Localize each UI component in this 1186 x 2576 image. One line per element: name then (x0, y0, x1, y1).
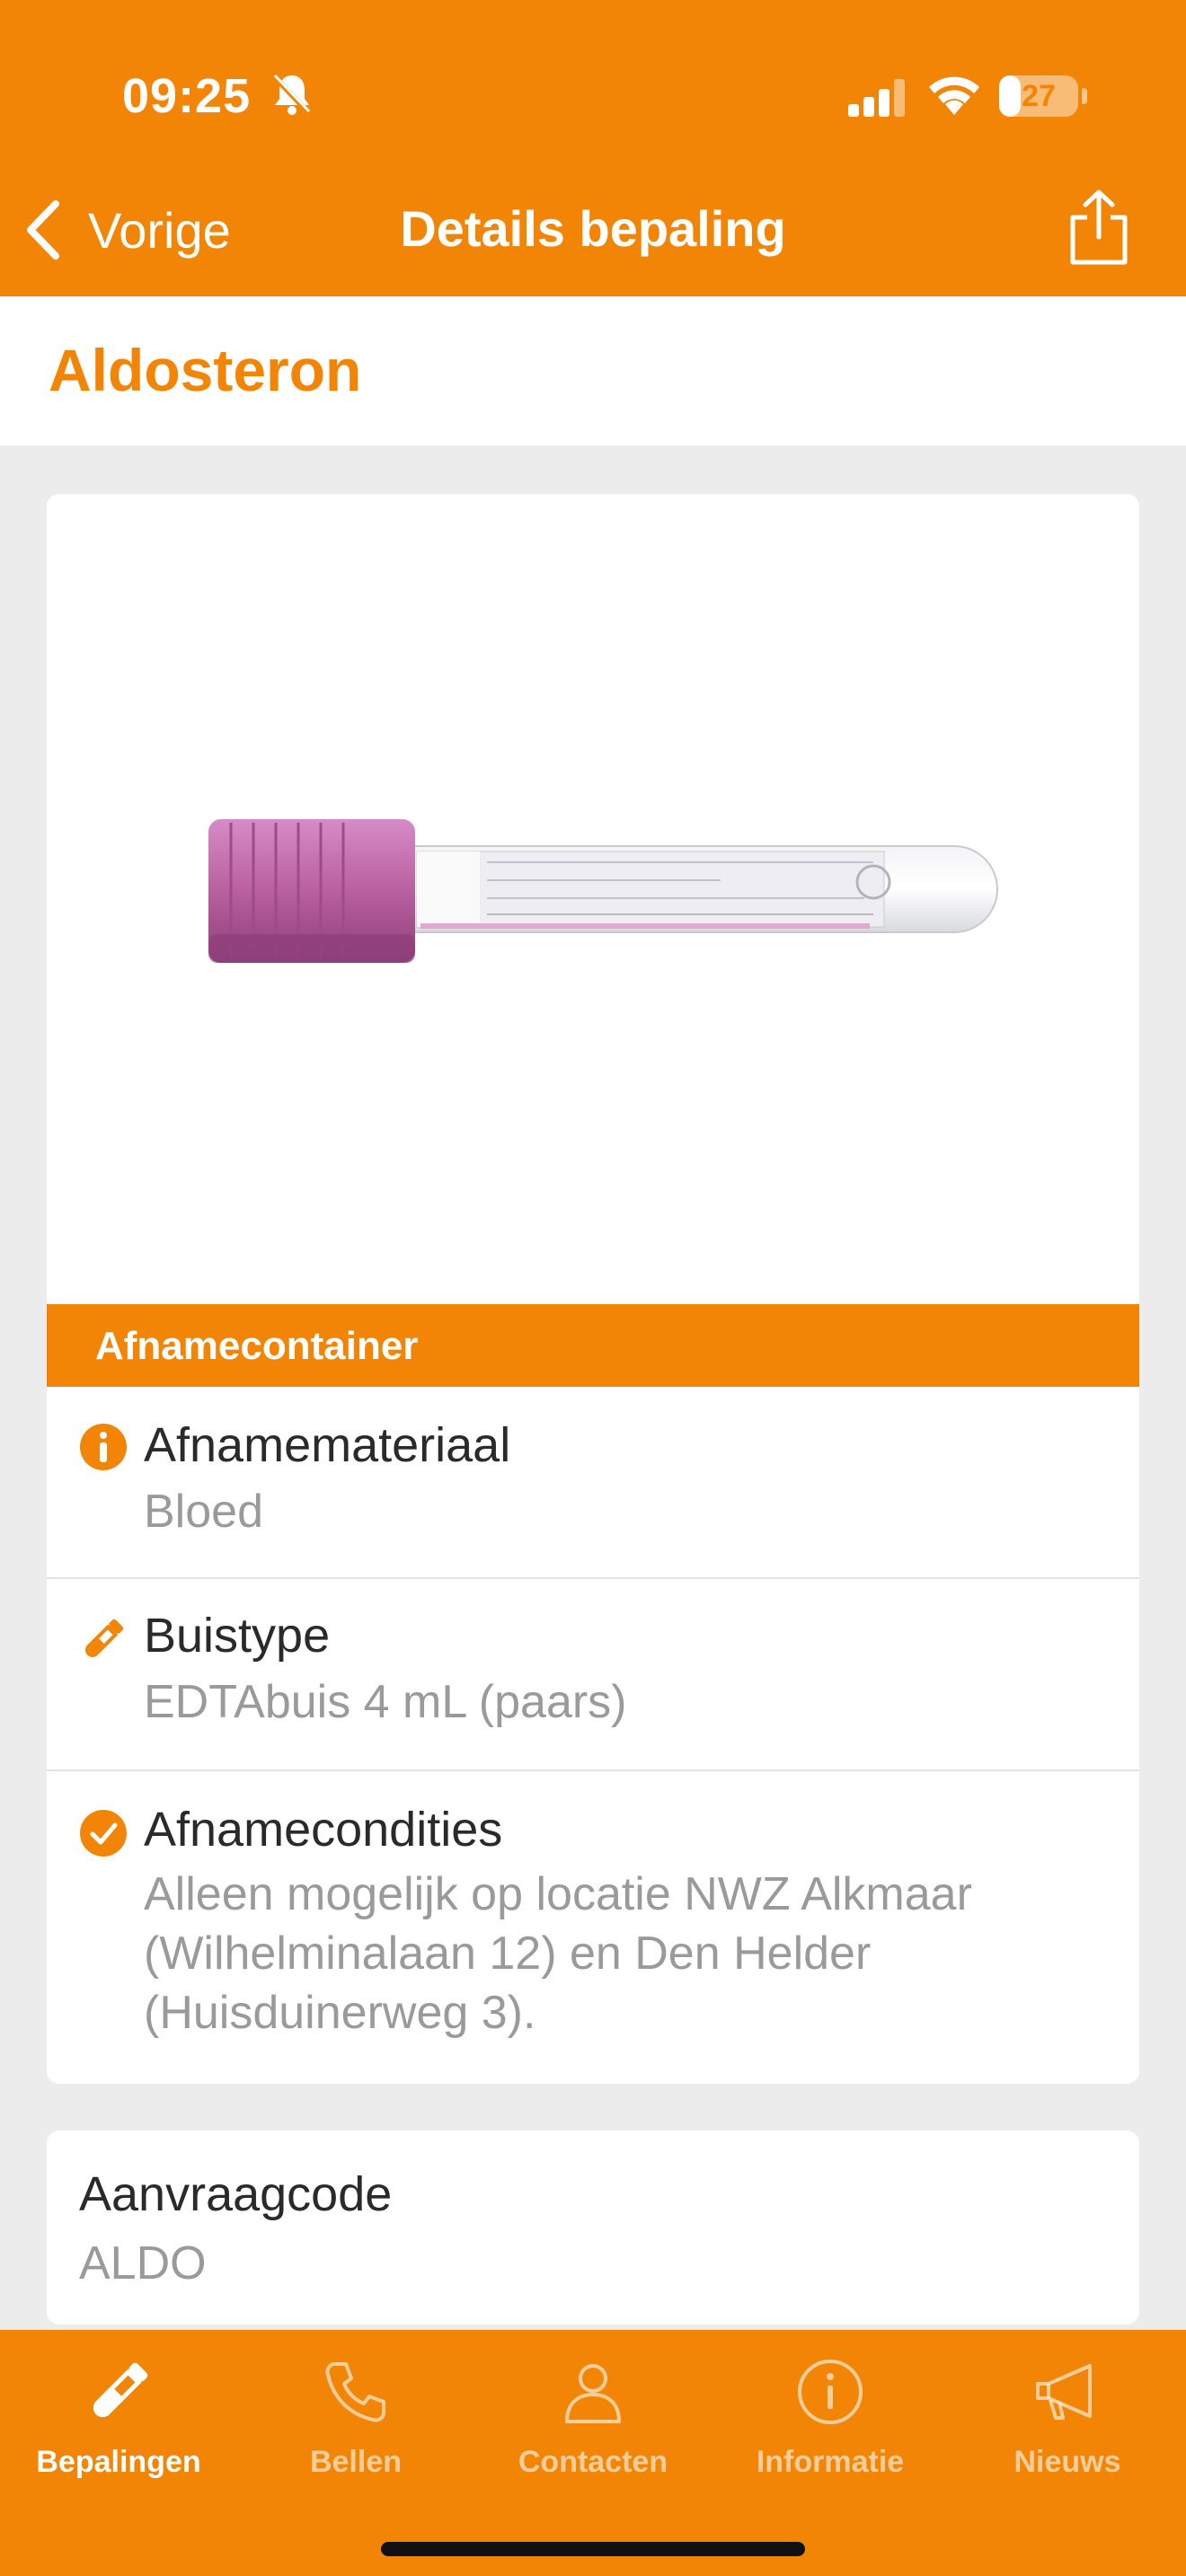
tab-nieuws[interactable]: Nieuws (949, 2355, 1186, 2490)
tab-label: Informatie (756, 2445, 905, 2479)
row-buistype: Buistype EDTAbuis 4 mL (paars) (47, 1579, 1139, 1771)
check-circle-icon (80, 1810, 127, 1857)
row-afnamemateriaal: Afnamemateriaal Bloed (47, 1387, 1139, 1579)
home-indicator[interactable] (381, 2542, 805, 2556)
tab-bellen[interactable]: Bellen (237, 2355, 474, 2490)
specimen-card: Afnamecontainer Afnamemateriaal Bloed Bu… (47, 494, 1139, 2084)
nav-title: Details bepaling (400, 200, 786, 257)
info-icon (80, 1424, 127, 1470)
page-title: Aldosteron (49, 337, 362, 403)
blood-tube-image (208, 819, 998, 963)
tab-label: Bellen (309, 2445, 403, 2479)
battery-tip (1082, 88, 1087, 104)
wifi-icon (929, 76, 979, 115)
request-code-card: Aanvraagcode ALDO (47, 2130, 1139, 2325)
header: 09:25 27 Vorige Details bepaling (0, 0, 1186, 296)
specimen-image-area (47, 494, 1139, 1304)
battery-icon: 27 (999, 75, 1078, 117)
row-value: EDTAbuis 4 mL (paars) (144, 1676, 627, 1728)
signal-icon (848, 79, 905, 117)
tab-bar: Bepalingen Bellen Contacten Informatie N… (0, 2330, 1186, 2576)
row-title: Buistype (144, 1609, 331, 1663)
tab-label: Bepalingen (36, 2445, 201, 2479)
row-afnamecondities: Afnamecondities Alleen mogelijk op locat… (47, 1771, 1139, 2077)
share-icon[interactable] (1067, 189, 1130, 266)
bell-slash-icon (272, 74, 312, 116)
tab-label: Nieuws (1013, 2445, 1121, 2479)
tab-bepalingen[interactable]: Bepalingen (0, 2355, 237, 2490)
section-header: Afnamecontainer (47, 1304, 1139, 1387)
status-time: 09:25 (122, 69, 252, 123)
title-bar: Aldosteron (0, 296, 1186, 446)
battery-level: 27 (1022, 79, 1056, 113)
row-value: Bloed (144, 1486, 263, 1538)
phone-icon (325, 2362, 385, 2422)
row-title: Afnamemateriaal (144, 1418, 511, 1472)
person-icon (565, 2364, 621, 2423)
megaphone-icon (1036, 2364, 1092, 2420)
row-title: Afnamecondities (144, 1803, 503, 1857)
tube-icon (85, 1619, 124, 1657)
tab-label: Contacten (518, 2445, 668, 2479)
section-header-label: Afnamecontainer (95, 1324, 419, 1368)
tab-contacten[interactable]: Contacten (474, 2355, 712, 2490)
info-circle-icon (798, 2360, 863, 2424)
test-tube-icon (93, 2362, 148, 2418)
row-value: Alleen mogelijk op locatie NWZ Alkmaar (… (144, 1868, 972, 2039)
request-code-value: ALDO (79, 2237, 207, 2289)
request-code-label: Aanvraagcode (79, 2167, 393, 2221)
tab-informatie[interactable]: Informatie (712, 2355, 949, 2490)
